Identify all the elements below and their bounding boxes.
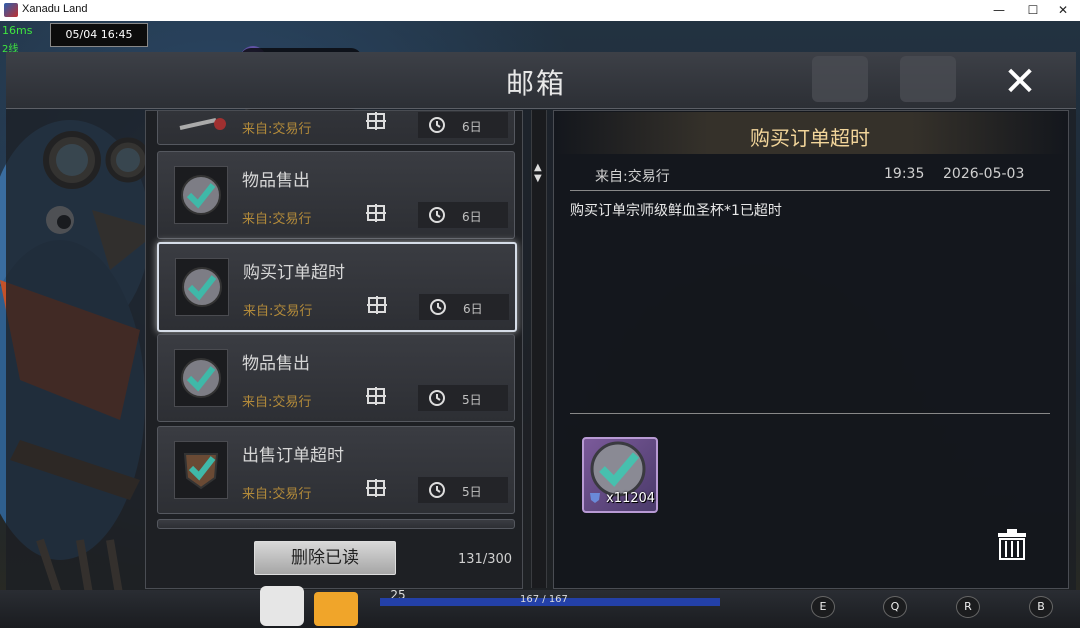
window-titlebar: Xanadu Land — ☐ ✕ — [0, 0, 1080, 22]
bronze-shield-check-icon — [183, 453, 219, 490]
mail-days-left: 5日 — [462, 393, 482, 407]
window-title: Xanadu Land — [22, 3, 88, 15]
detail-time: 19:35 — [884, 166, 925, 182]
attachment-icon — [366, 112, 386, 130]
mail-item[interactable]: 物品售出 来自:交易行 5日 — [157, 334, 515, 422]
mailbox-close-button[interactable]: ✕ — [998, 60, 1042, 104]
mail-expiry: 6日 — [418, 202, 508, 228]
mail-detail-panel: 购买订单超时 来自:交易行 19:35 2026-05-03 购买订单宗师级鲜血… — [553, 110, 1069, 589]
mailbox-header: 邮箱 ✕ — [6, 52, 1076, 109]
shield-check-icon — [181, 175, 221, 215]
delete-read-button[interactable]: 删除已读 — [254, 541, 396, 575]
clock-icon — [430, 299, 446, 315]
mail-item[interactable]: 来自:交易行 6日 — [157, 111, 515, 145]
mail-icon-box — [175, 258, 229, 316]
mail-list-scrollbar[interactable]: ▲ ▼ — [531, 110, 547, 588]
attachment-icon — [366, 479, 386, 497]
mailbox-title: 邮箱 — [505, 67, 566, 100]
hotkey-q[interactable]: Q — [883, 596, 907, 618]
mail-sender: 来自:交易行 — [242, 395, 312, 410]
mail-list-panel[interactable]: 来自:交易行 6日 物品售出 来自:交易行 6日 购买订单超时 来自:交易行 6… — [145, 110, 523, 589]
detail-date: 2026-05-03 — [943, 166, 1025, 182]
attachment-quantity: x11204 — [606, 491, 656, 506]
attachment-icon — [366, 387, 386, 405]
clock-icon — [429, 482, 445, 498]
mail-icon-box — [174, 166, 228, 224]
mail-expiry: 6日 — [418, 112, 508, 138]
mail-subject: 物品售出 — [242, 354, 310, 374]
mail-icon-box — [174, 441, 228, 499]
scroll-arrows-icon[interactable]: ▲ ▼ — [534, 162, 542, 184]
mail-days-left: 5日 — [462, 485, 482, 499]
attachment-slot[interactable]: x11204 — [582, 437, 658, 513]
chat-bubble-icon[interactable] — [260, 586, 304, 626]
mail-item-selected[interactable]: 购买订单超时 来自:交易行 6日 — [157, 242, 517, 332]
mail-sender: 来自:交易行 — [243, 304, 313, 319]
bind-badge-icon — [590, 493, 600, 503]
shield-check-icon — [182, 267, 222, 307]
mail-item[interactable]: 物品售出 来自:交易行 6日 — [157, 151, 515, 239]
mail-item[interactable] — [157, 519, 515, 529]
hotkey-r[interactable]: R — [956, 596, 980, 618]
maximize-button[interactable]: ☐ — [1016, 0, 1050, 21]
clock-icon — [429, 117, 445, 133]
detail-body: 购买订单宗师级鲜血圣杯*1已超时 — [570, 203, 782, 219]
clock-icon — [429, 207, 445, 223]
hotkey-b[interactable]: B — [1029, 596, 1053, 618]
detail-divider-top — [570, 190, 1050, 191]
delete-mail-trash-icon[interactable] — [994, 527, 1030, 563]
game-clock: 05/04 16:45 — [50, 23, 148, 47]
mail-sender: 来自:交易行 — [242, 122, 312, 137]
shield-check-icon — [181, 358, 221, 398]
inventory-icon[interactable] — [314, 592, 358, 626]
minimize-button[interactable]: — — [982, 0, 1016, 21]
mail-count: 131/300 — [458, 552, 513, 567]
mail-expiry: 6日 — [419, 294, 509, 320]
app-icon — [4, 3, 18, 17]
attachment-icon — [367, 296, 387, 314]
clock-icon — [429, 390, 445, 406]
mail-icon-box — [174, 349, 228, 407]
wrench-icon — [176, 114, 226, 136]
mail-subject: 出售订单超时 — [242, 446, 344, 466]
mail-sender: 来自:交易行 — [242, 212, 312, 227]
mail-sender: 来自:交易行 — [242, 487, 312, 502]
detail-title-banner: 购买订单超时 — [555, 112, 1065, 154]
mail-days-left: 6日 — [463, 302, 483, 316]
window-close-button[interactable]: ✕ — [1046, 0, 1080, 21]
mail-days-left: 6日 — [462, 120, 482, 134]
detail-divider-bottom — [570, 413, 1050, 414]
ping-readout: 16ms — [2, 24, 33, 37]
mail-subject: 购买订单超时 — [243, 263, 345, 283]
mail-item[interactable]: 出售订单超时 来自:交易行 5日 — [157, 426, 515, 514]
hotkey-e[interactable]: E — [811, 596, 835, 618]
detail-title: 购买订单超时 — [750, 126, 870, 150]
mail-days-left: 6日 — [462, 210, 482, 224]
attachment-icon — [366, 204, 386, 222]
mail-expiry: 5日 — [418, 385, 508, 411]
detail-sender: 来自:交易行 — [595, 169, 670, 185]
mail-expiry: 5日 — [418, 477, 508, 503]
mail-subject: 物品售出 — [242, 171, 310, 191]
hp-readout: 167 / 167 — [520, 594, 568, 605]
